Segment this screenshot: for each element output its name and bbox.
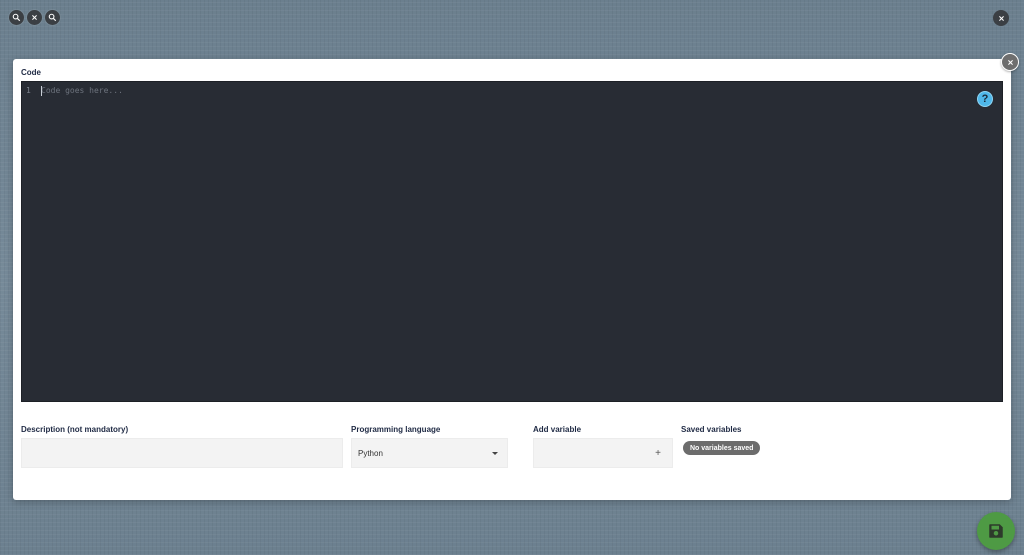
code-modal: Code 1 Code goes here... ? Description (… xyxy=(13,59,1011,500)
modal-close-button[interactable] xyxy=(1001,53,1019,71)
add-variable-label: Add variable xyxy=(533,425,582,434)
saved-variables-label: Saved variables xyxy=(681,425,742,434)
programming-language-select[interactable]: Python xyxy=(351,438,508,468)
zoom-in-icon xyxy=(48,13,57,22)
dropdown-arrow-icon xyxy=(492,451,498,455)
save-button[interactable] xyxy=(977,512,1015,550)
close-icon xyxy=(998,15,1004,21)
close-icon xyxy=(1007,59,1013,65)
zoom-in-button[interactable] xyxy=(45,10,60,25)
save-icon xyxy=(989,524,1003,538)
viewer-toolbar xyxy=(9,10,60,25)
add-variable-field[interactable]: + xyxy=(533,438,673,468)
text-cursor xyxy=(41,86,42,96)
no-variables-badge: No variables saved xyxy=(683,441,761,455)
viewer-close-button[interactable] xyxy=(993,10,1009,26)
question-mark-icon: ? xyxy=(981,93,989,105)
reset-zoom-icon xyxy=(32,15,37,20)
code-editor[interactable]: 1 Code goes here... ? xyxy=(21,81,1003,402)
line-number: 1 xyxy=(26,86,31,95)
description-label: Description (not mandatory) xyxy=(21,425,129,434)
zoom-out-icon xyxy=(12,13,21,22)
description-field[interactable] xyxy=(21,438,343,468)
code-placeholder: Code goes here... xyxy=(41,86,123,95)
zoom-out-button[interactable] xyxy=(9,10,24,25)
reset-zoom-button[interactable] xyxy=(27,10,42,25)
programming-language-value: Python xyxy=(358,448,383,458)
help-button[interactable]: ? xyxy=(977,91,993,107)
plus-icon[interactable]: + xyxy=(655,448,661,459)
code-label: Code xyxy=(21,68,41,77)
programming-language-label: Programming language xyxy=(351,425,441,434)
